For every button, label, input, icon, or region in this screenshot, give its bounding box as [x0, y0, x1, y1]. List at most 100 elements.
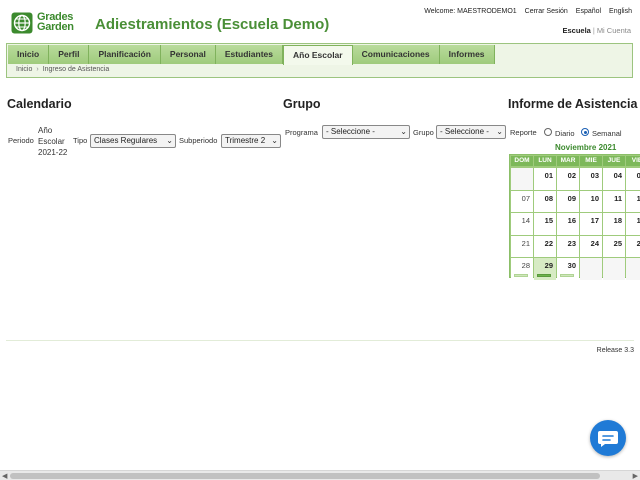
lang-en-link[interactable]: English — [609, 8, 632, 15]
periodo-value-line2: Escolar — [38, 137, 65, 146]
calendar-empty-cell — [580, 258, 602, 280]
ctx-mi-cuenta[interactable]: Mi Cuenta — [597, 26, 631, 35]
calendar-day-number: 28 — [521, 261, 530, 270]
calendar-day[interactable]: 14 — [511, 213, 533, 235]
grupo-title: Grupo — [283, 97, 321, 111]
calendar-day[interactable]: 07 — [511, 190, 533, 212]
chevron-down-icon: ⌄ — [400, 127, 407, 136]
calendar-day[interactable]: 19 — [626, 213, 640, 235]
calendar-day-number: 30 — [567, 261, 576, 270]
periodo-value-line3: 2021-22 — [38, 148, 68, 157]
calendar-day[interactable]: 08 — [534, 190, 556, 212]
subperiodo-label: Subperiodo — [179, 136, 218, 145]
calendar-day-number: 07 — [521, 193, 530, 203]
breadcrumb-home[interactable]: Inicio — [16, 66, 32, 73]
calendar-day[interactable]: 04 — [603, 168, 625, 190]
subperiodo-select[interactable]: Trimestre 2 ⌄ — [221, 134, 281, 148]
context-switch: Escuela | Mi Cuenta — [563, 26, 632, 35]
calendar-day-number: 04 — [613, 171, 622, 180]
calendar-day[interactable]: 09 — [557, 190, 579, 212]
breadcrumb-current: Ingreso de Asistencia — [42, 66, 110, 73]
horizontal-scrollbar[interactable]: ◀ ▶ — [0, 470, 640, 480]
week-marker-bar — [514, 273, 528, 277]
calendar-day[interactable]: 10 — [580, 190, 602, 212]
app-title: Adiestramientos (Escuela Demo) — [95, 16, 330, 33]
calendar-day[interactable]: 21 — [511, 235, 533, 257]
grades-garden-logo[interactable]: Grades Garden — [11, 12, 83, 34]
semanal-label[interactable]: Semanal — [592, 129, 622, 138]
calendar-day[interactable]: 17 — [580, 213, 602, 235]
ctx-escuela[interactable]: Escuela — [563, 26, 591, 35]
grupo-label: Grupo — [413, 128, 434, 137]
calendar-day[interactable]: 23 — [557, 235, 579, 257]
tab-ano-escolar[interactable]: Año Escolar — [283, 45, 353, 65]
calendar-day[interactable]: 02 — [557, 168, 579, 190]
calendar-day-number: 24 — [590, 238, 599, 248]
tab-informes[interactable]: Informes — [439, 45, 495, 64]
weekday-header: DOM — [511, 156, 533, 166]
periodo-label: Periodo — [8, 136, 34, 145]
calendar-day[interactable]: 15 — [534, 213, 556, 235]
week-marker-bar — [537, 273, 551, 277]
calendar-day-number: 26 — [636, 238, 640, 248]
tab-estudiantes[interactable]: Estudiantes — [215, 45, 283, 64]
chat-button[interactable] — [590, 420, 626, 456]
tab-comunicaciones[interactable]: Comunicaciones — [352, 45, 440, 64]
calendar-day[interactable]: 11 — [603, 190, 625, 212]
logout-link[interactable]: Cerrar Sesión — [525, 8, 568, 15]
semanal-radio[interactable] — [581, 128, 589, 136]
calendar-day[interactable]: 16 — [557, 213, 579, 235]
informe-title: Informe de Asistencia — [508, 97, 638, 111]
calendar-day[interactable]: 30 — [557, 258, 579, 280]
calendar-day[interactable]: 12 — [626, 190, 640, 212]
tab-planificacion[interactable]: Planificación — [89, 45, 161, 64]
tipo-select-value: Clases Regulares — [94, 136, 158, 145]
weekday-header: JUE — [603, 156, 625, 166]
calendar-day-number: 08 — [544, 193, 553, 203]
calendar-day[interactable]: 18 — [603, 213, 625, 235]
scroll-left-icon[interactable]: ◀ — [2, 472, 7, 480]
calendar-day[interactable]: 03 — [580, 168, 602, 190]
calendar-day-number: 22 — [544, 238, 553, 248]
calendar-day-number: 18 — [613, 216, 622, 225]
reporte-label: Reporte — [510, 128, 537, 137]
programa-select[interactable]: - Seleccione - ⌄ — [322, 125, 410, 139]
tab-perfil[interactable]: Perfil — [49, 45, 90, 64]
calendar-day[interactable]: 24 — [580, 235, 602, 257]
diario-radio[interactable] — [544, 128, 552, 136]
periodo-value: Año Escolar 2021-22 — [38, 125, 67, 158]
welcome-text: Welcome: MAESTRODEMO1 — [424, 8, 517, 15]
calendar-day-number: 12 — [636, 193, 640, 203]
calendar-day-number: 21 — [521, 238, 530, 248]
lang-es-link[interactable]: Español — [576, 8, 601, 15]
calendar-day[interactable]: 29 — [534, 258, 556, 280]
chevron-down-icon: ⌄ — [271, 136, 278, 145]
calendar-day[interactable]: 26 — [626, 235, 640, 257]
grupo-select[interactable]: - Seleccione - ⌄ — [436, 125, 506, 139]
calendar-day[interactable]: 05 — [626, 168, 640, 190]
calendar-day-number: 23 — [567, 238, 576, 248]
calendar-day-number: 15 — [544, 216, 553, 225]
calendar-day-number: 05 — [636, 171, 640, 180]
calendar-day[interactable]: 28 — [511, 258, 533, 280]
grupo-select-value: - Seleccione - — [440, 127, 489, 136]
periodo-value-line1: Año — [38, 126, 53, 135]
scrollbar-thumb[interactable] — [10, 473, 600, 479]
calendar-empty-cell — [511, 168, 533, 190]
diario-label[interactable]: Diario — [555, 129, 575, 138]
calendar-day-number: 03 — [590, 171, 599, 180]
programa-select-value: - Seleccione - — [326, 127, 375, 136]
calendar-empty-cell — [603, 258, 625, 280]
tab-personal[interactable]: Personal — [160, 45, 216, 64]
main-nav: Inicio Perfil Planificación Personal Estudia… — [6, 43, 633, 78]
calendar-day[interactable]: 22 — [534, 235, 556, 257]
footer-divider — [6, 340, 634, 341]
calendar-day[interactable]: 25 — [603, 235, 625, 257]
calendar-day-number: 01 — [544, 171, 553, 180]
calendar-day-number: 09 — [567, 193, 576, 203]
calendar-day[interactable]: 01 — [534, 168, 556, 190]
tipo-select[interactable]: Clases Regulares ⌄ — [90, 134, 176, 148]
tab-inicio[interactable]: Inicio — [8, 45, 50, 64]
scroll-right-icon[interactable]: ▶ — [633, 472, 638, 480]
weekday-header: VIE — [626, 156, 640, 166]
